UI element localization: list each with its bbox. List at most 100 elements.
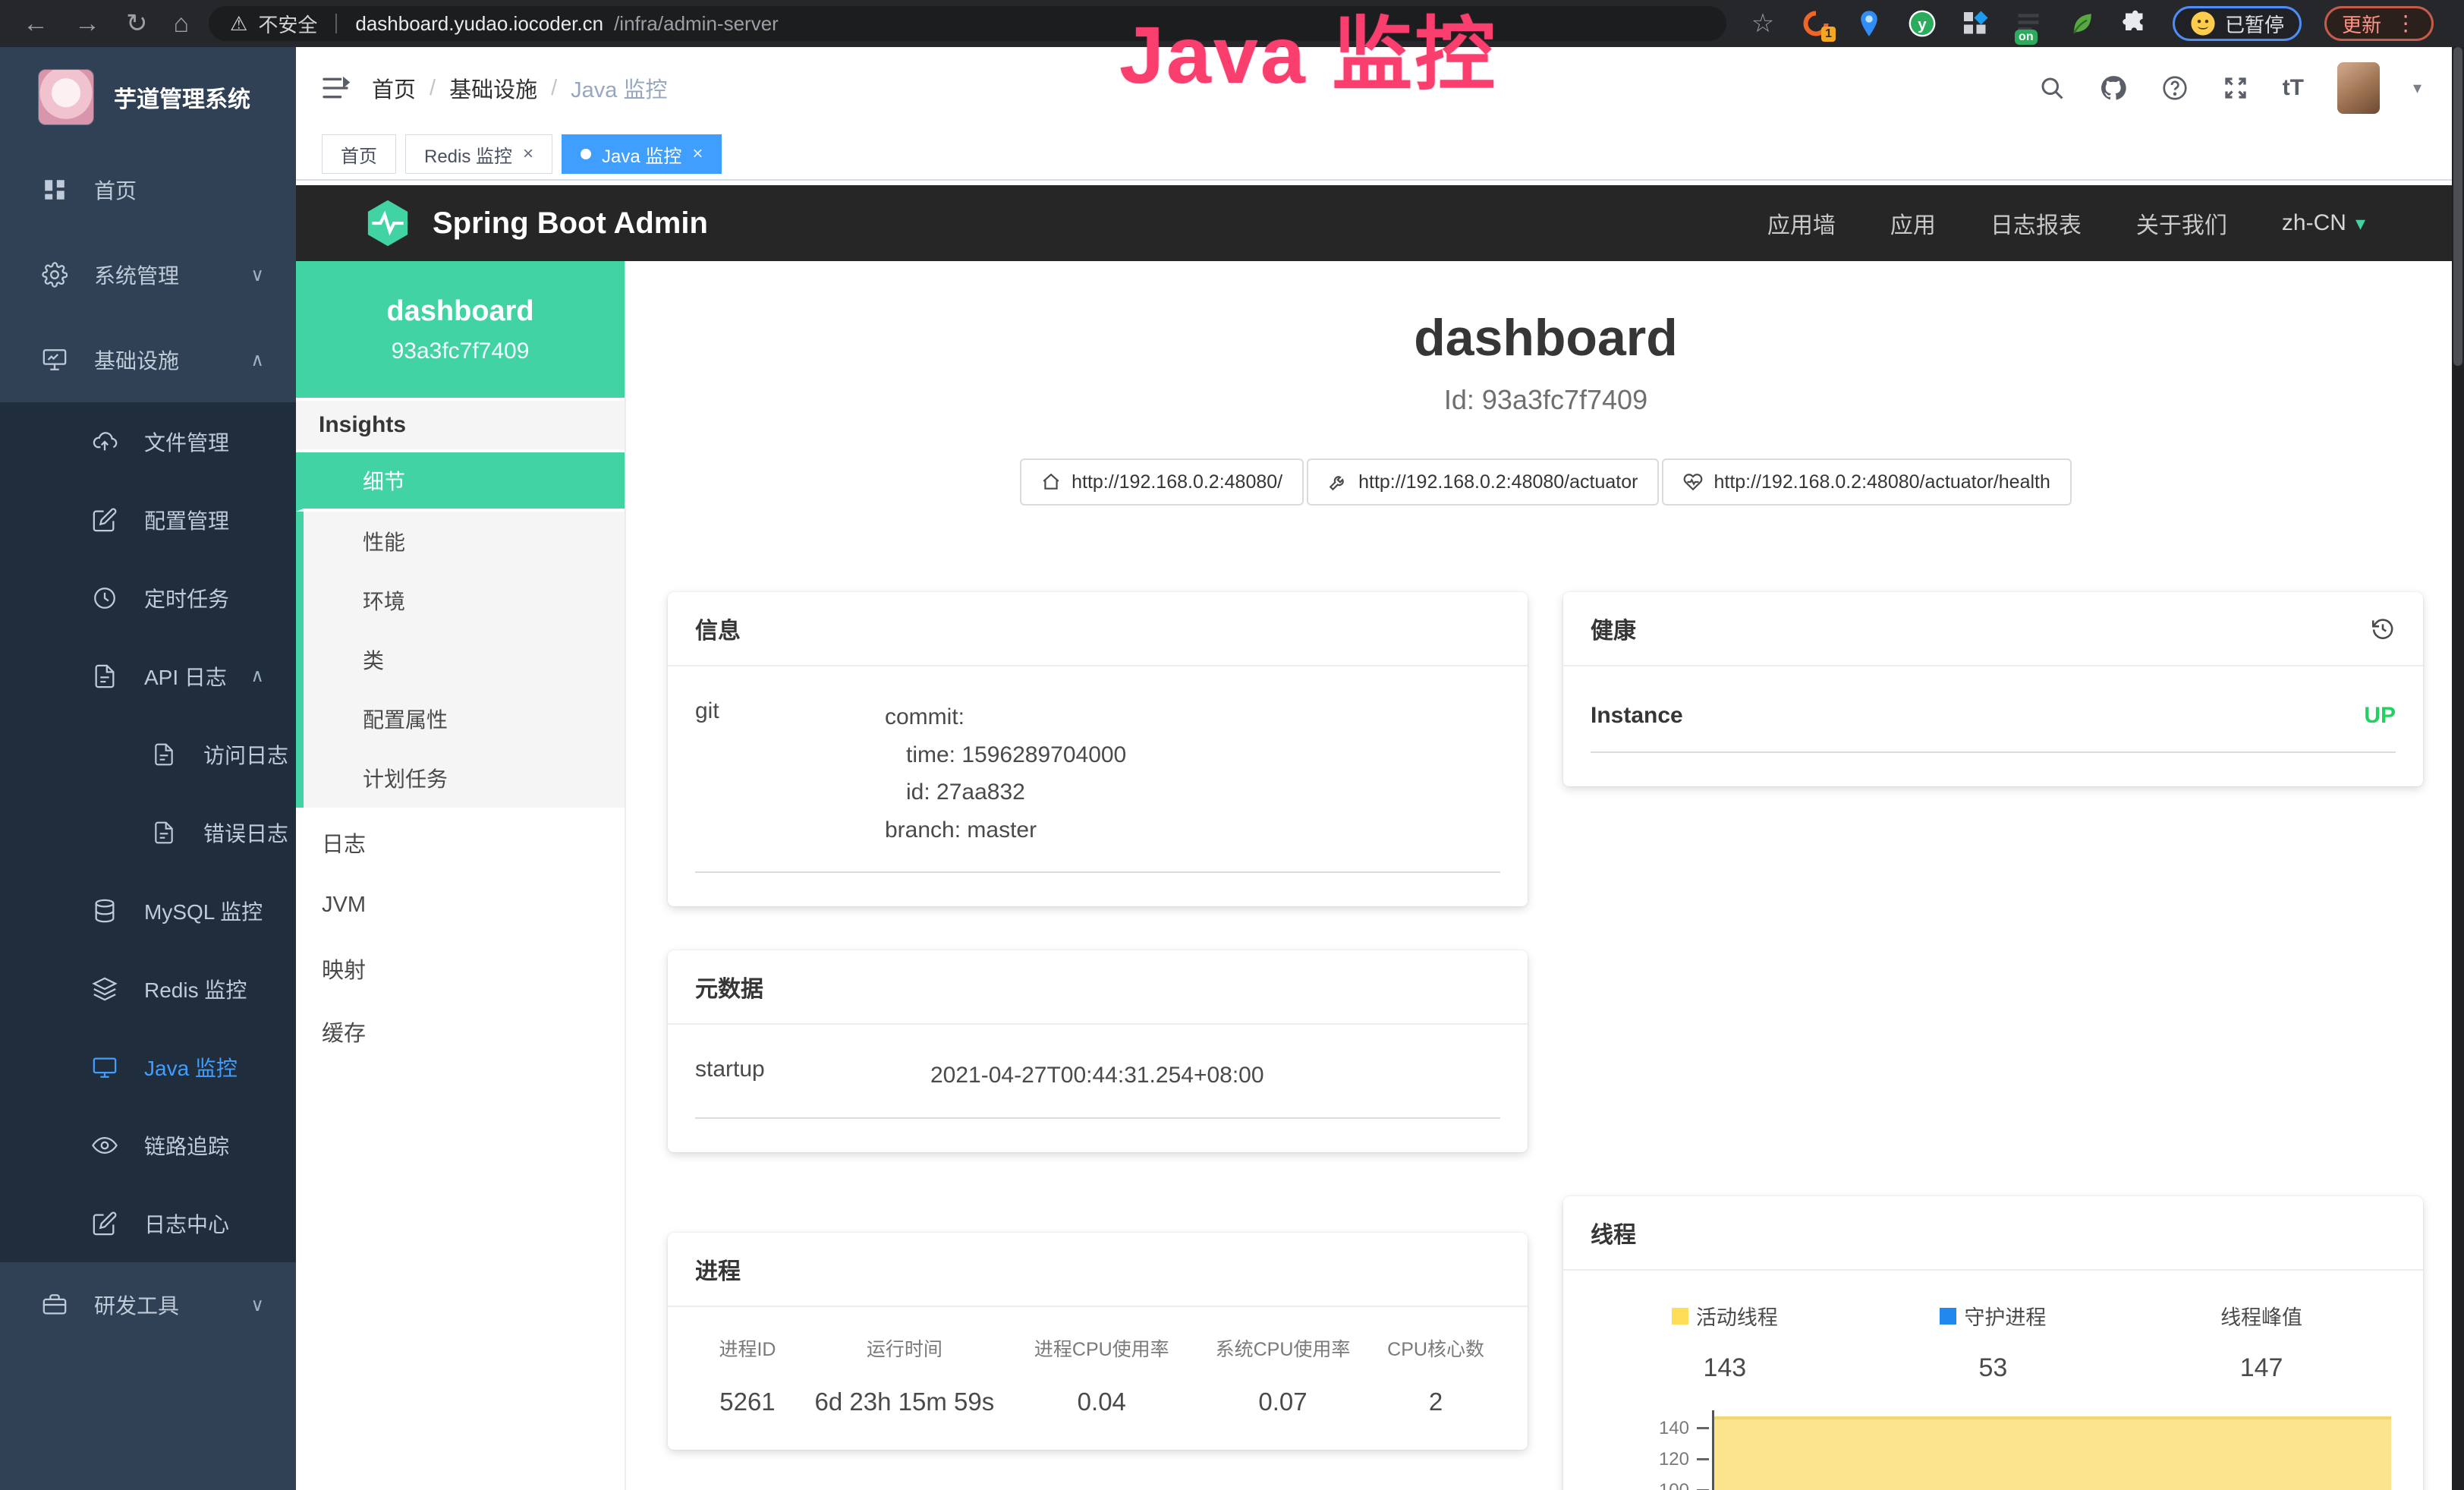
sidebar-item-mysql-monitor[interactable]: MySQL 监控 xyxy=(0,871,296,950)
metadata-key: startup xyxy=(695,1057,930,1095)
extension-on-icon[interactable]: on xyxy=(2013,8,2044,39)
sba-menu-config-props[interactable]: 配置属性 xyxy=(296,689,625,748)
search-icon[interactable] xyxy=(2038,74,2066,102)
wrench-icon xyxy=(1328,472,1348,492)
bookmark-star-icon[interactable]: ☆ xyxy=(1748,8,1778,39)
log-file-icon xyxy=(149,821,179,845)
scrollbar-thumb[interactable] xyxy=(2453,47,2462,366)
sidebar-item-label: Java 监控 xyxy=(144,1052,238,1082)
address-bar[interactable]: ⚠ 不安全 dashboard.yudao.iocoder.cn/infra/a… xyxy=(209,6,1726,41)
sba-menu-mappings[interactable]: 映射 xyxy=(296,937,625,1000)
github-icon[interactable] xyxy=(2099,74,2128,102)
health-url-button[interactable]: http://192.168.0.2:48080/actuator/health xyxy=(1662,458,2071,506)
process-card: 进程 进程ID5261 运行时间6d 23h 15m 59s 进程CPU使用率0… xyxy=(668,1233,1528,1450)
sidebar-item-infrastructure[interactable]: 基础设施 ∧ xyxy=(0,317,296,402)
sba-menu-scheduled-tasks[interactable]: 计划任务 xyxy=(296,748,625,808)
threads-card: 线程 活动线程 守护进程 线程峰值 143 53 147 xyxy=(1563,1196,2423,1490)
fullscreen-icon[interactable] xyxy=(2222,74,2249,102)
sidebar-item-label: 错误日志 xyxy=(203,817,288,848)
avatar[interactable] xyxy=(2337,62,2380,114)
process-value: 0.07 xyxy=(1194,1388,1371,1416)
tab-java-monitor[interactable]: Java 监控 × xyxy=(562,134,722,174)
sidebar-item-access-logs[interactable]: 访问日志 xyxy=(0,715,296,793)
sidebar-item-redis-monitor[interactable]: Redis 监控 xyxy=(0,950,296,1028)
browser-home-button[interactable]: ⌂ xyxy=(174,0,190,47)
service-url-button[interactable]: http://192.168.0.2:48080/ xyxy=(1020,458,1304,506)
process-header: 进程ID xyxy=(695,1334,800,1362)
close-icon[interactable]: × xyxy=(692,143,703,165)
extension-y-icon[interactable]: y xyxy=(1907,8,1937,39)
sidebar-item-scheduled-jobs[interactable]: 定时任务 xyxy=(0,559,296,637)
app-logo-row[interactable]: 芋道管理系统 xyxy=(0,47,296,147)
threads-values: 143 53 147 xyxy=(1591,1353,2396,1383)
browser-forward-button[interactable]: → xyxy=(74,0,100,47)
sba-instance-block[interactable]: dashboard 93a3fc7f7409 xyxy=(296,261,625,398)
browser-reload-button[interactable]: ↻ xyxy=(126,0,148,47)
actuator-url-button[interactable]: http://192.168.0.2:48080/actuator xyxy=(1307,458,1659,506)
sba-menu-metrics[interactable]: 性能 xyxy=(296,512,625,571)
sba-nav-about[interactable]: 关于我们 xyxy=(2136,206,2227,240)
sba-locale-select[interactable]: zh-CN ▾ xyxy=(2282,210,2365,236)
briefcase-icon xyxy=(39,1292,70,1318)
extensions-puzzle-icon[interactable] xyxy=(2119,8,2150,39)
sidebar-item-config-mgmt[interactable]: 配置管理 xyxy=(0,480,296,559)
history-icon[interactable] xyxy=(2370,616,2396,641)
extension-grid-icon[interactable] xyxy=(1960,8,1990,39)
extension-pin-icon[interactable] xyxy=(1854,8,1884,39)
sba-nav-journal[interactable]: 日志报表 xyxy=(1990,206,2082,240)
user-menu-caret-icon[interactable]: ▾ xyxy=(2413,78,2422,98)
sidebar-item-tracing[interactable]: 链路追踪 xyxy=(0,1106,296,1184)
sba-nav: 应用墙 应用 日志报表 关于我们 zh-CN ▾ xyxy=(1767,206,2464,240)
sba-menu-jvm[interactable]: JVM xyxy=(296,874,625,937)
sba-main-content: dashboard Id: 93a3fc7f7409 http://192.16… xyxy=(628,261,2464,1490)
sba-menu-environment[interactable]: 环境 xyxy=(296,571,625,630)
browser-scrollbar[interactable] xyxy=(2452,47,2464,1490)
sidebar-item-file-mgmt[interactable]: 文件管理 xyxy=(0,402,296,480)
font-size-icon[interactable]: tT xyxy=(2283,75,2304,101)
browser-menu-icon[interactable]: ⋮ xyxy=(2395,19,2416,28)
extension-leaf-icon[interactable] xyxy=(2066,8,2097,39)
y-axis-tick xyxy=(1697,1427,1709,1429)
heartbeat-icon xyxy=(1683,472,1703,492)
home-icon xyxy=(1041,472,1061,492)
breadcrumb-home[interactable]: 首页 xyxy=(372,72,416,104)
sidebar-item-system-mgmt[interactable]: 系统管理 ∨ xyxy=(0,232,296,317)
tab-label: Java 监控 xyxy=(602,141,681,168)
edit-icon xyxy=(90,507,120,533)
sidebar-item-log-center[interactable]: 日志中心 xyxy=(0,1184,296,1262)
sba-menu-details[interactable]: 细节 xyxy=(296,452,625,512)
browser-update-button[interactable]: 更新 ⋮ xyxy=(2324,6,2434,41)
threads-legend: 活动线程 守护进程 线程峰值 xyxy=(1591,1301,2396,1331)
metadata-card: 元数据 startup 2021-04-27T00:44:31.254+08:0… xyxy=(668,950,1528,1152)
sba-menu-caches[interactable]: 缓存 xyxy=(296,1000,625,1063)
sidebar-item-error-logs[interactable]: 错误日志 xyxy=(0,793,296,871)
tab-redis-monitor[interactable]: Redis 监控 × xyxy=(405,134,552,174)
sidebar-item-api-logs[interactable]: API 日志 ∧ xyxy=(0,637,296,715)
sidebar-item-java-monitor[interactable]: Java 监控 xyxy=(0,1028,296,1106)
cards-left-column: 信息 git commit: time: 1596289704000 id: 2… xyxy=(668,592,1528,1450)
sba-brand[interactable]: Spring Boot Admin xyxy=(296,197,708,250)
breadcrumb-infrastructure[interactable]: 基础设施 xyxy=(449,72,537,104)
sidebar-item-home[interactable]: 首页 xyxy=(0,147,296,232)
y-axis-tick-label: 120 xyxy=(1591,1449,1689,1470)
sidebar-item-dev-tools[interactable]: 研发工具 ∨ xyxy=(0,1262,296,1347)
tab-home[interactable]: 首页 xyxy=(322,134,396,174)
process-value: 0.04 xyxy=(1009,1388,1194,1416)
sba-menu-classes[interactable]: 类 xyxy=(296,630,625,689)
close-icon[interactable]: × xyxy=(523,143,533,165)
legend-label-peak: 线程峰值 xyxy=(2220,1301,2302,1331)
sba-menu-logs[interactable]: 日志 xyxy=(296,811,625,874)
sidebar-item-label: 系统管理 xyxy=(94,260,179,290)
database-icon xyxy=(90,898,120,924)
sidebar-submenu-infrastructure: 文件管理 配置管理 定时任务 API 日志 ∧ 访问日志 错误日志 xyxy=(0,402,296,1262)
browser-back-button[interactable]: ← xyxy=(23,0,49,47)
profile-paused-badge[interactable]: 已暂停 xyxy=(2173,6,2302,41)
sba-nav-applications[interactable]: 应用 xyxy=(1890,206,1936,240)
instance-title: dashboard xyxy=(628,308,2464,367)
instance-name: dashboard xyxy=(296,295,625,328)
sidebar-item-label: 研发工具 xyxy=(94,1290,179,1320)
help-icon[interactable] xyxy=(2161,74,2189,102)
sba-nav-wallboard[interactable]: 应用墙 xyxy=(1767,206,1836,240)
hamburger-icon[interactable] xyxy=(320,73,351,103)
extension-orange-icon[interactable]: 1 xyxy=(1801,8,1831,39)
